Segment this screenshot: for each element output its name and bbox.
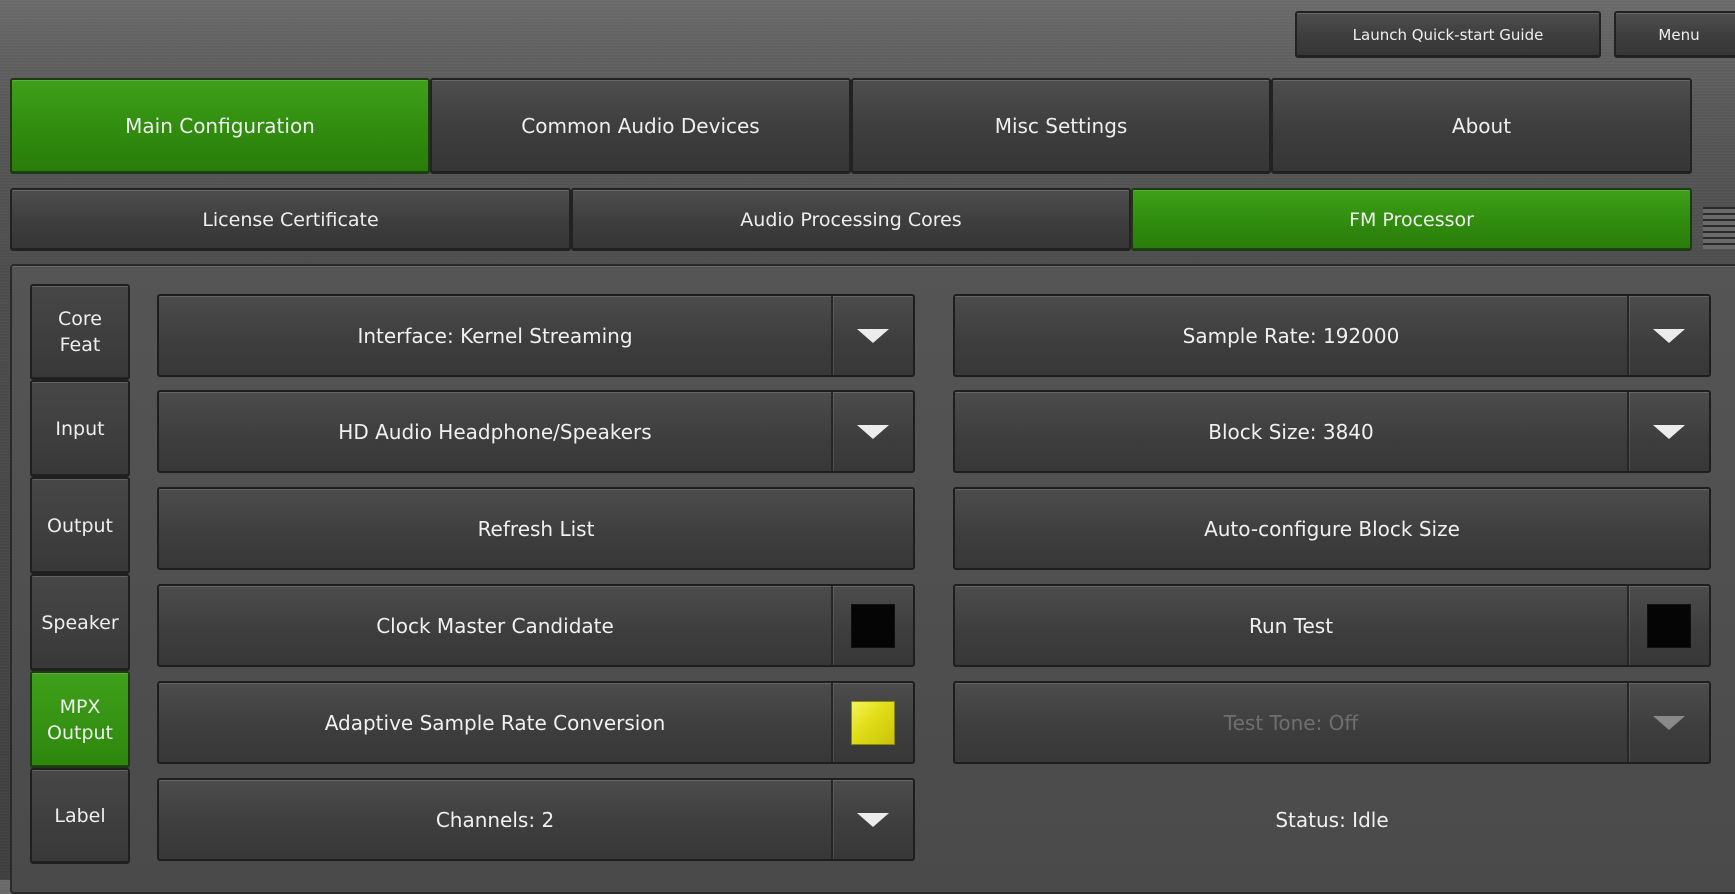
status-text: Status: Idle (1275, 807, 1389, 832)
auto-configure-label: Auto-configure Block Size (1204, 516, 1460, 541)
interface-dropdown-label: Interface: Kernel Streaming (357, 323, 633, 348)
chevron-down-icon (857, 328, 889, 343)
chevron-down-icon (857, 424, 889, 439)
sidebar-item-mpx-output[interactable]: MPX Output (30, 671, 130, 768)
refresh-list-button[interactable]: Refresh List (157, 487, 915, 570)
test-tone-dropdown: Test Tone: Off (953, 681, 1711, 764)
channels-dropdown-label: Channels: 2 (435, 807, 555, 832)
clock-master-checkbox-cell[interactable] (831, 586, 913, 665)
sidebar-item-label[interactable]: Label (30, 768, 130, 864)
interface-dropdown-arrow[interactable] (831, 296, 913, 375)
scroll-grip-handle[interactable] (1703, 207, 1735, 249)
refresh-list-label: Refresh List (477, 516, 595, 541)
test-tone-dropdown-arrow (1627, 683, 1709, 762)
launch-quick-start-guide-button[interactable]: Launch Quick-start Guide (1295, 11, 1601, 58)
menu-button[interactable]: Menu (1614, 11, 1735, 58)
device-dropdown-arrow[interactable] (831, 392, 913, 471)
tab-audio-processing-cores[interactable]: Audio Processing Cores (571, 188, 1131, 251)
chevron-down-icon (1653, 328, 1685, 343)
chevron-down-icon (1653, 715, 1685, 730)
test-tone-label: Test Tone: Off (1223, 710, 1359, 735)
run-test-checkbox-cell[interactable] (1627, 586, 1709, 665)
tab-misc-settings[interactable]: Misc Settings (851, 78, 1271, 174)
clock-master-checkbox[interactable] (851, 603, 895, 648)
tab-main-configuration[interactable]: Main Configuration (10, 78, 430, 174)
block-size-label: Block Size: 3840 (1208, 419, 1374, 444)
chevron-down-icon (857, 812, 889, 827)
channels-dropdown-arrow[interactable] (831, 780, 913, 859)
sample-rate-dropdown-arrow[interactable] (1627, 296, 1709, 375)
sample-rate-label: Sample Rate: 192000 (1182, 323, 1400, 348)
tab-license-certificate[interactable]: License Certificate (10, 188, 571, 251)
clock-master-candidate-toggle[interactable]: Clock Master Candidate (157, 584, 915, 667)
adaptive-sample-rate-conversion-toggle[interactable]: Adaptive Sample Rate Conversion (157, 681, 915, 764)
device-dropdown[interactable]: HD Audio Headphone/Speakers (157, 390, 915, 473)
auto-configure-block-size-button[interactable]: Auto-configure Block Size (953, 487, 1711, 570)
sample-rate-dropdown[interactable]: Sample Rate: 192000 (953, 294, 1711, 377)
asrc-checkbox[interactable] (851, 700, 895, 745)
block-size-dropdown[interactable]: Block Size: 3840 (953, 390, 1711, 473)
sidebar-item-input[interactable]: Input (30, 380, 130, 477)
tab-fm-processor[interactable]: FM Processor (1131, 188, 1692, 251)
asrc-label: Adaptive Sample Rate Conversion (324, 710, 666, 735)
sidebar-item-output[interactable]: Output (30, 477, 130, 574)
chevron-down-icon (1653, 424, 1685, 439)
sidebar-item-speaker[interactable]: Speaker (30, 574, 130, 671)
main-tab-bar: Main Configuration Common Audio Devices … (10, 78, 1692, 174)
tab-about[interactable]: About (1271, 78, 1692, 174)
channels-dropdown[interactable]: Channels: 2 (157, 778, 915, 861)
run-test-checkbox[interactable] (1647, 603, 1691, 648)
sub-tab-bar: License Certificate Audio Processing Cor… (10, 188, 1692, 251)
block-size-dropdown-arrow[interactable] (1627, 392, 1709, 471)
tab-common-audio-devices[interactable]: Common Audio Devices (430, 78, 851, 174)
interface-dropdown[interactable]: Interface: Kernel Streaming (157, 294, 915, 377)
clock-master-candidate-label: Clock Master Candidate (376, 613, 614, 638)
sidebar-item-core-feat[interactable]: Core Feat (30, 284, 130, 380)
device-dropdown-label: HD Audio Headphone/Speakers (338, 419, 652, 444)
run-test-label: Run Test (1248, 613, 1334, 638)
asrc-checkbox-cell[interactable] (831, 683, 913, 762)
sidebar: Core Feat Input Output Speaker MPX Outpu… (30, 284, 130, 868)
run-test-toggle[interactable]: Run Test (953, 584, 1711, 667)
